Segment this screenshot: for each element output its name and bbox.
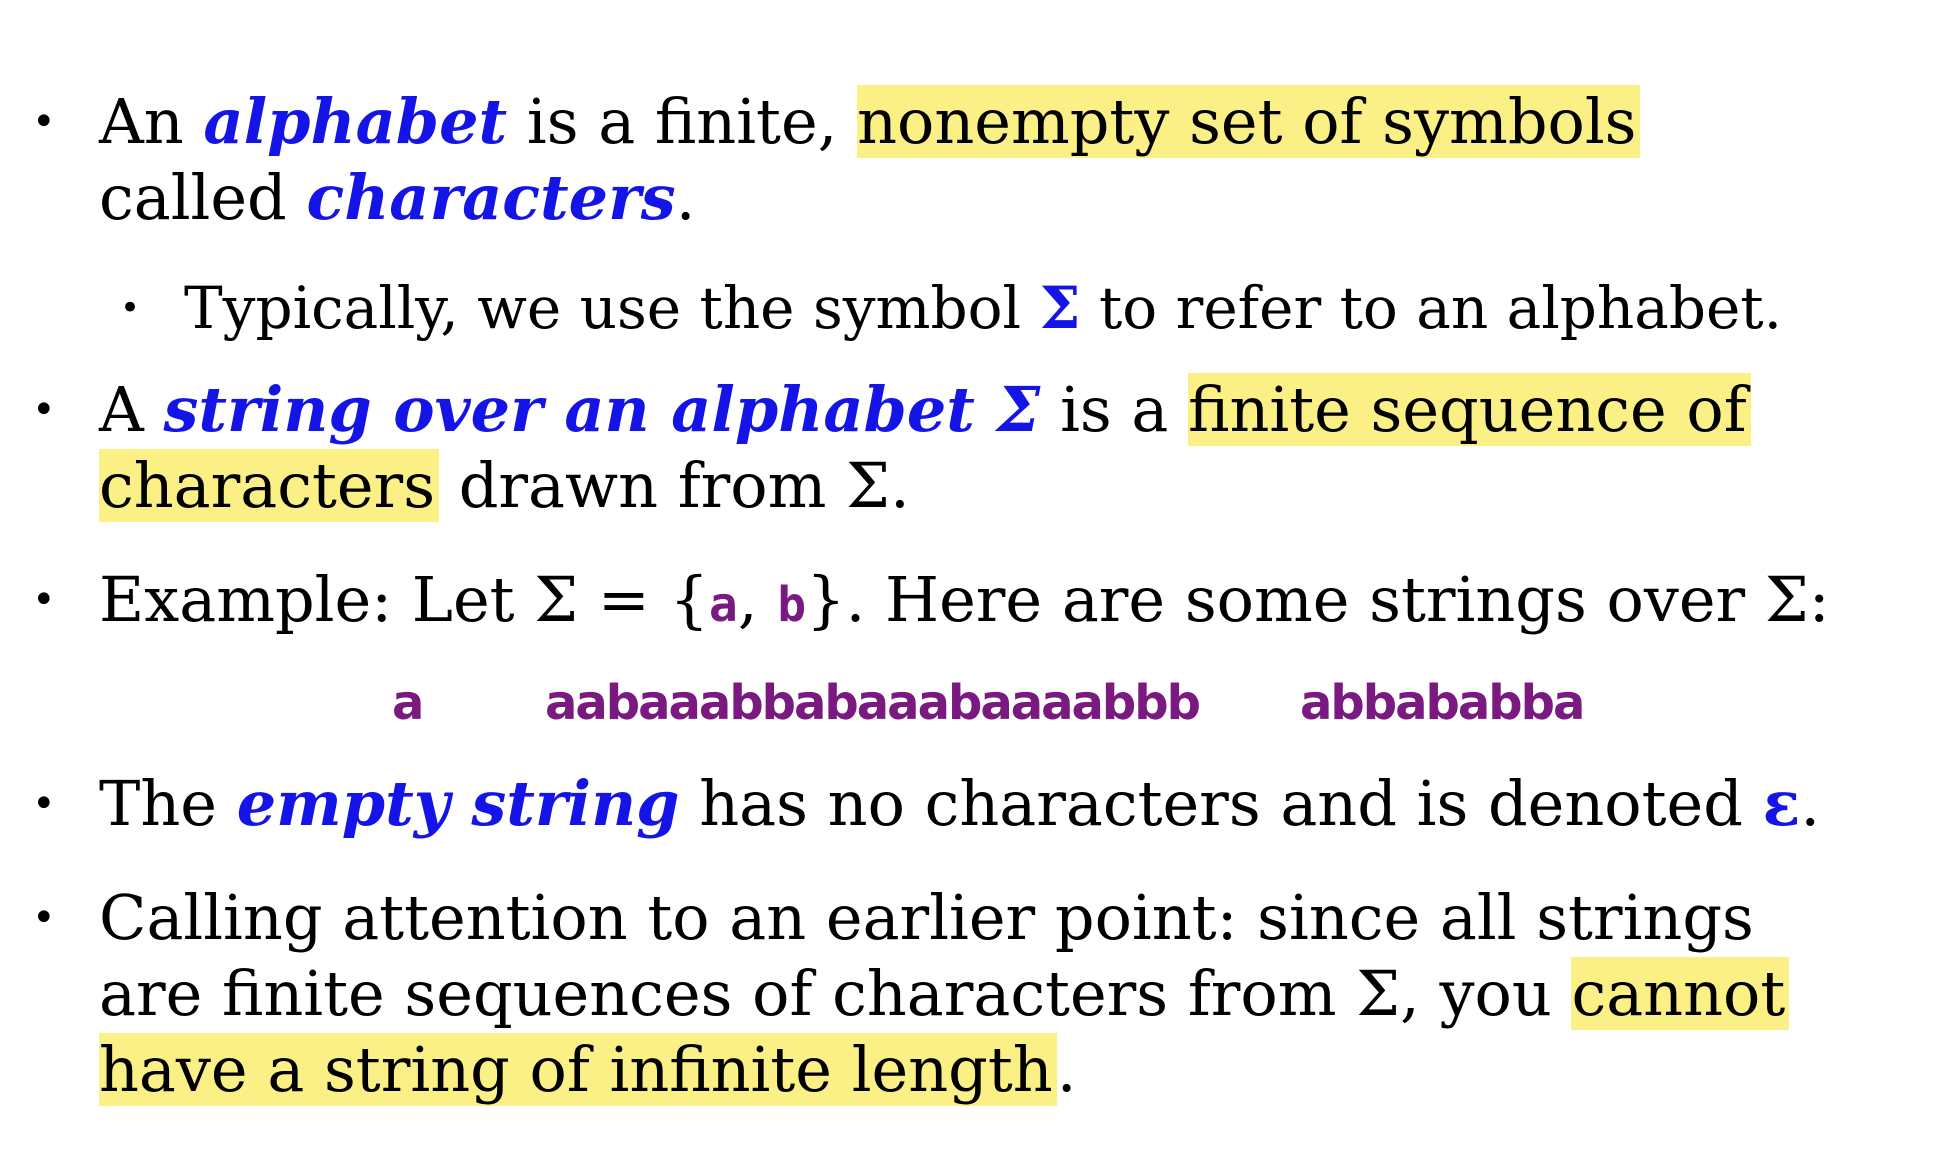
bullet-finite-length-line-2: are finite sequences of characters from … xyxy=(99,956,1790,1032)
bullet-dot: • xyxy=(120,288,141,328)
term-string-over-alphabet: string over an alphabet Σ xyxy=(163,373,1041,446)
term-characters: characters xyxy=(306,161,676,234)
term-empty-string: empty string xyxy=(236,767,680,840)
symbol-b: b xyxy=(777,577,807,633)
highlight-cannot: cannot xyxy=(1571,957,1790,1030)
example-string: abbababba xyxy=(1300,675,1585,731)
example-strings: a aabaaabbabaaabaaaabbb abbababba xyxy=(0,668,1944,738)
bullet-alphabet-line-2: called characters. xyxy=(99,161,696,234)
bullet-finite-length-line-3: have a string of infinite length. xyxy=(99,1033,1077,1106)
bullet-dot: • xyxy=(32,99,56,145)
highlight-infinite-length: have a string of infinite length xyxy=(99,1033,1057,1106)
bullet-finite-length-line-1: Calling attention to an earlier point: s… xyxy=(99,881,1754,954)
bullet-alphabet-line-1: An alphabet is a finite, nonempty set of… xyxy=(99,84,1641,160)
bullet-string-line-1: A string over an alphabet Σ is a finite … xyxy=(99,372,1751,448)
highlight-characters: characters xyxy=(99,449,440,522)
term-alphabet: alphabet xyxy=(203,85,508,158)
sigma-symbol: Σ xyxy=(1039,274,1081,342)
example-string: a xyxy=(392,675,424,731)
epsilon-symbol: ε xyxy=(1762,767,1801,840)
bullet-string-line-2: characters drawn from Σ. xyxy=(99,449,910,522)
symbol-a: a xyxy=(708,577,738,633)
example-string: aabaaabbabaaabaaaabbb xyxy=(545,675,1201,731)
highlight-finite-sequence: finite sequence of xyxy=(1188,373,1751,446)
bullet-dot: • xyxy=(32,781,56,827)
bullet-dot: • xyxy=(32,387,56,433)
slide: • An alphabet is a finite, nonempty set … xyxy=(0,0,1944,1160)
bullet-dot: • xyxy=(32,577,56,623)
highlight-nonempty-set: nonempty set of symbols xyxy=(857,85,1641,158)
bullet-dot: • xyxy=(32,895,56,941)
